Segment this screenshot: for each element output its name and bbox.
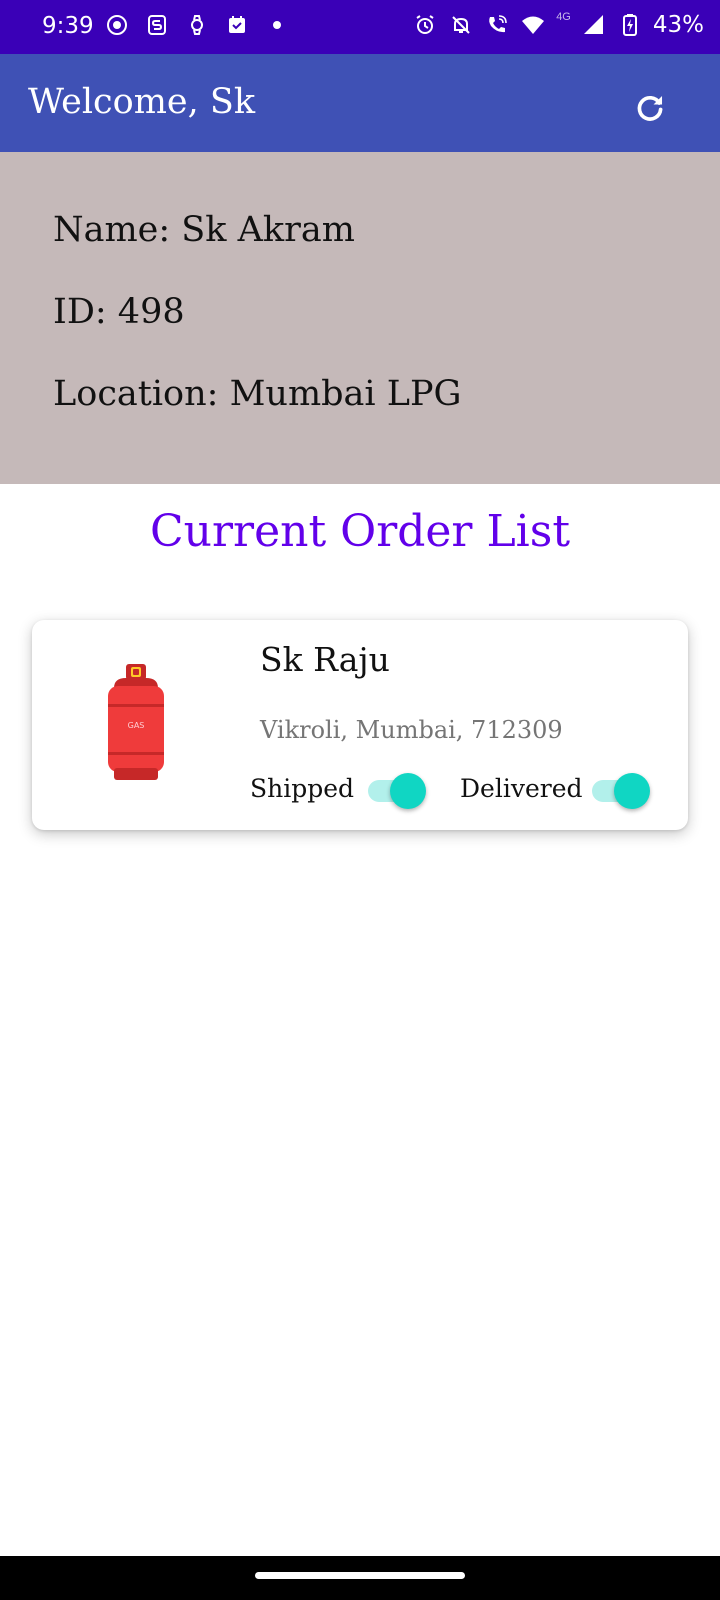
- network-type: 4G: [556, 11, 571, 23]
- refresh-icon: [637, 95, 663, 121]
- gas-cylinder-icon: GAS: [108, 664, 164, 780]
- refresh-button[interactable]: [628, 86, 672, 130]
- delivered-label: Delivered: [460, 774, 583, 803]
- order-card[interactable]: GAS Sk Raju Vikroli, Mumbai, 712309 Ship…: [32, 620, 688, 830]
- bell-off-icon: [448, 12, 474, 38]
- delivered-toggle-thumb: [614, 773, 650, 809]
- wifi-icon: [520, 12, 546, 38]
- svg-text:GAS: GAS: [128, 721, 145, 730]
- customer-address: Vikroli, Mumbai, 712309: [260, 716, 563, 744]
- customer-name: Sk Raju: [260, 640, 390, 679]
- battery-charging-icon: [617, 12, 643, 38]
- system-nav-bar: [0, 1556, 720, 1600]
- wifi-call-icon: [484, 12, 510, 38]
- battery-percent: 43%: [652, 12, 704, 38]
- status-time: 9:39: [42, 13, 94, 39]
- watch-icon: [184, 12, 210, 38]
- dot-icon: [264, 12, 290, 38]
- status-system-icons: 4G 43%: [412, 11, 704, 38]
- screen-record-icon: [104, 12, 130, 38]
- shipped-label: Shipped: [250, 774, 355, 803]
- profile-id: ID: 498: [53, 292, 185, 332]
- profile-name: Name: Sk Akram: [53, 210, 355, 250]
- order-list-title: Current Order List: [150, 506, 570, 557]
- status-bar: 9:39 4G 43%: [0, 0, 720, 54]
- page-title: Welcome, Sk: [28, 82, 256, 122]
- delivered-toggle[interactable]: [592, 770, 650, 810]
- home-gesture-handle[interactable]: [255, 1572, 465, 1579]
- calendar-icon: [224, 12, 250, 38]
- profile-location: Location: Mumbai LPG: [53, 374, 462, 414]
- profile-panel: Name: Sk Akram ID: 498 Location: Mumbai …: [0, 152, 720, 484]
- app-bar: Welcome, Sk: [0, 54, 720, 152]
- alarm-icon: [412, 12, 438, 38]
- shipped-toggle-thumb: [390, 773, 426, 809]
- status-notification-icons: [104, 12, 290, 38]
- signal-icon: [581, 12, 607, 38]
- shipped-toggle[interactable]: [368, 770, 426, 810]
- s-app-icon: [144, 12, 170, 38]
